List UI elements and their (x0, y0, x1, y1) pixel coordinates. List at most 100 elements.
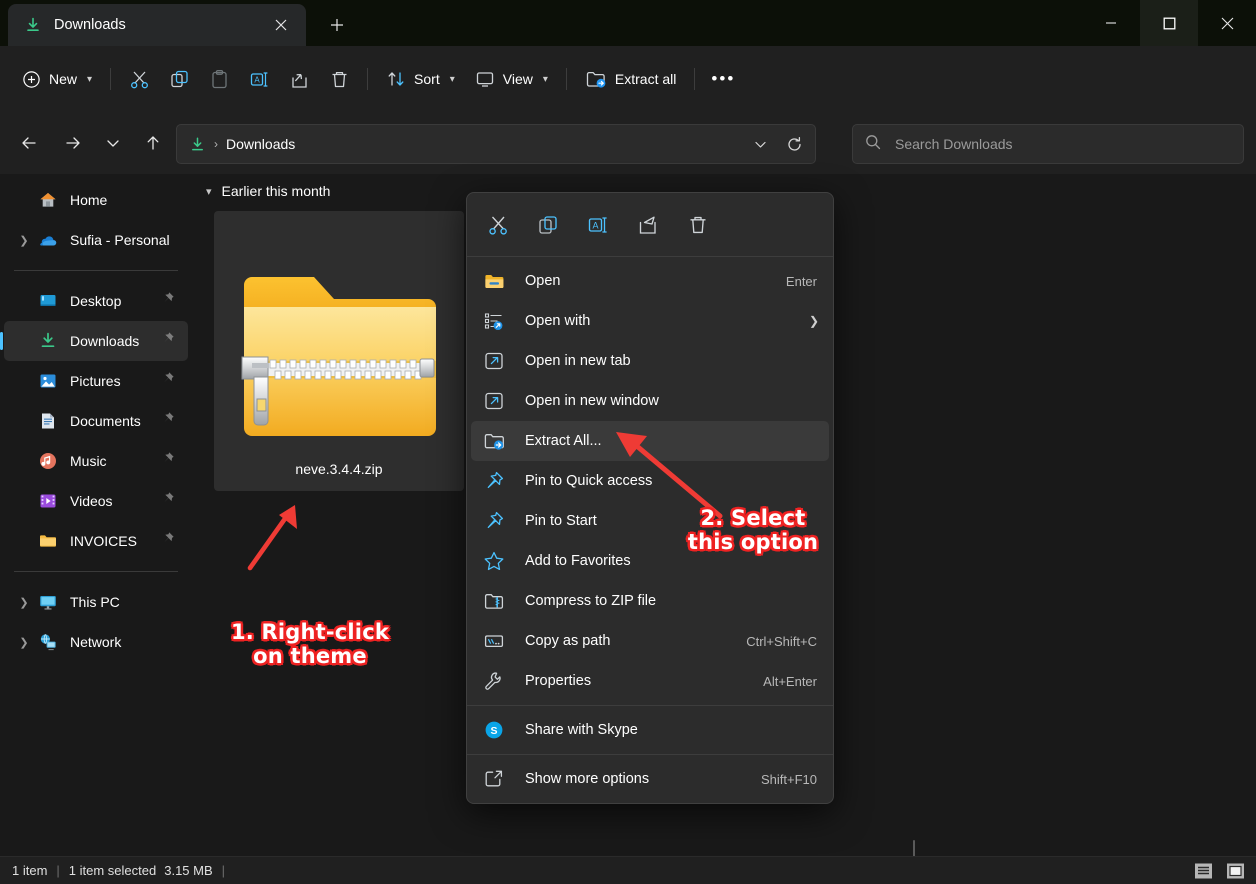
sidebar-item-label: Network (70, 634, 188, 650)
new-tab-button[interactable] (318, 10, 356, 40)
rename-button[interactable]: A (239, 61, 279, 97)
videos-icon (38, 491, 58, 511)
sidebar-item-desktop[interactable]: Desktop (4, 281, 188, 321)
status-selection: 1 item selected (69, 863, 156, 878)
folder-open-icon (483, 270, 505, 292)
context-menu-item-accel: Alt+Enter (763, 674, 817, 689)
sidebar-item-sufia-personal[interactable]: ❯ Sufia - Personal (4, 220, 188, 260)
toolbar-divider-3 (566, 68, 567, 90)
context-menu-item-accel: Enter (786, 274, 817, 289)
context-menu-item-label: Compress to ZIP file (525, 593, 819, 609)
maximize-button[interactable] (1140, 0, 1198, 46)
chevron-down-icon[interactable]: ▾ (206, 185, 212, 198)
context-menu-item-label: Open in new tab (525, 353, 819, 369)
context-menu-item-copy-as-path[interactable]: Copy as path Ctrl+Shift+C (471, 621, 829, 661)
context-menu-item-share-with-skype[interactable]: S Share with Skype (471, 710, 829, 750)
sidebar-item-label: Sufia - Personal (70, 232, 188, 248)
annotation-step-2-line1: 2. Select (678, 506, 828, 530)
open-with-icon (483, 310, 505, 332)
paste-button[interactable] (199, 61, 239, 97)
context-menu-item-label: Open with (525, 313, 801, 329)
sidebar-item-music[interactable]: Music (4, 441, 188, 481)
view-button[interactable]: View ▾ (465, 61, 558, 97)
more-options-button[interactable]: ••• (703, 61, 743, 97)
copy-button[interactable] (159, 61, 199, 97)
sidebar-divider-2 (14, 571, 178, 572)
context-menu-item-label: Add to Favorites (525, 553, 819, 569)
sidebar-item-label: Documents (70, 413, 160, 429)
cut-button[interactable] (119, 61, 159, 97)
pin-icon (483, 470, 505, 492)
network-icon (38, 632, 58, 652)
sort-button[interactable]: Sort ▾ (376, 61, 465, 97)
context-menu-item-properties[interactable]: Properties Alt+Enter (471, 661, 829, 701)
chevron-right-icon[interactable]: ❯ (809, 314, 819, 328)
context-menu-item-open-in-new-tab[interactable]: Open in new tab (471, 341, 829, 381)
desktop-icon (38, 291, 58, 311)
search-input[interactable]: Search Downloads (895, 136, 1013, 152)
extract-all-button[interactable]: Extract all (575, 61, 686, 97)
new-button-label: New (49, 71, 77, 87)
search-icon (865, 134, 881, 155)
properties-wrench-icon (483, 670, 505, 692)
file-name-label: neve.3.4.4.zip (214, 461, 464, 477)
context-menu-divider-1 (467, 256, 833, 257)
cut-icon[interactable] (481, 208, 515, 242)
context-menu-item-label: Show more options (525, 771, 761, 787)
address-bar[interactable]: › Downloads (176, 124, 816, 164)
window-close-button[interactable] (1198, 0, 1256, 46)
sidebar-item-network[interactable]: ❯ Network (4, 622, 188, 662)
sidebar-item-home[interactable]: Home (4, 180, 188, 220)
share-button[interactable] (279, 61, 319, 97)
sidebar-item-this-pc[interactable]: ❯ This PC (4, 582, 188, 622)
chevron-right-icon[interactable]: ❯ (14, 234, 34, 247)
rename-icon[interactable]: A (581, 208, 615, 242)
new-window-icon (483, 390, 505, 412)
pin-icon (483, 510, 505, 532)
context-menu-item-compress-to-zip[interactable]: Compress to ZIP file (471, 581, 829, 621)
refresh-button[interactable] (777, 128, 811, 160)
annotation-step-2: 2. Select this option (678, 506, 828, 554)
file-tile-neve-zip[interactable]: neve.3.4.4.zip (214, 211, 464, 491)
sort-button-label: Sort (414, 71, 440, 87)
context-menu-item-open-in-new-window[interactable]: Open in new window (471, 381, 829, 421)
context-menu-item-show-more-options[interactable]: Show more options Shift+F10 (471, 759, 829, 799)
context-menu-item-accel: Shift+F10 (761, 772, 817, 787)
copy-icon[interactable] (531, 208, 565, 242)
chevron-right-icon[interactable]: ❯ (14, 636, 34, 649)
search-box[interactable]: Search Downloads (852, 124, 1244, 164)
details-view-button[interactable] (1190, 859, 1216, 883)
pin-icon (160, 411, 182, 431)
sidebar-item-pictures[interactable]: Pictures (4, 361, 188, 401)
new-tab-icon (483, 350, 505, 372)
up-button[interactable] (136, 126, 170, 160)
browser-tab-downloads[interactable]: Downloads (8, 4, 306, 46)
chevron-right-icon[interactable]: ❯ (14, 596, 34, 609)
sidebar-item-label: Videos (70, 493, 160, 509)
forward-button[interactable] (56, 126, 90, 160)
back-button[interactable] (12, 126, 46, 160)
zip-folder-icon (240, 271, 436, 446)
show-more-options-icon (483, 768, 505, 790)
pin-icon (160, 371, 182, 391)
context-menu-item-extract-all[interactable]: Extract All... (471, 421, 829, 461)
onedrive-icon (38, 230, 58, 250)
sidebar-item-downloads[interactable]: Downloads (4, 321, 188, 361)
delete-button[interactable] (319, 61, 359, 97)
large-icons-view-button[interactable] (1222, 859, 1248, 883)
context-menu-item-open-with[interactable]: Open with ❯ (471, 301, 829, 341)
context-menu-item-open[interactable]: Open Enter (471, 261, 829, 301)
recent-locations-button[interactable] (96, 126, 130, 160)
sidebar-item-invoices[interactable]: INVOICES (4, 521, 188, 561)
sidebar-item-documents[interactable]: Documents (4, 401, 188, 441)
toolbar-divider (110, 68, 111, 90)
sidebar-item-videos[interactable]: Videos (4, 481, 188, 521)
context-menu-item-pin-to-quick-access[interactable]: Pin to Quick access (471, 461, 829, 501)
share-icon[interactable] (631, 208, 665, 242)
close-icon[interactable] (266, 10, 296, 40)
delete-icon[interactable] (681, 208, 715, 242)
address-dropdown-button[interactable] (743, 128, 777, 160)
minimize-button[interactable] (1082, 0, 1140, 46)
title-bar: Downloads (0, 0, 1256, 46)
new-button[interactable]: New ▾ (12, 61, 102, 97)
